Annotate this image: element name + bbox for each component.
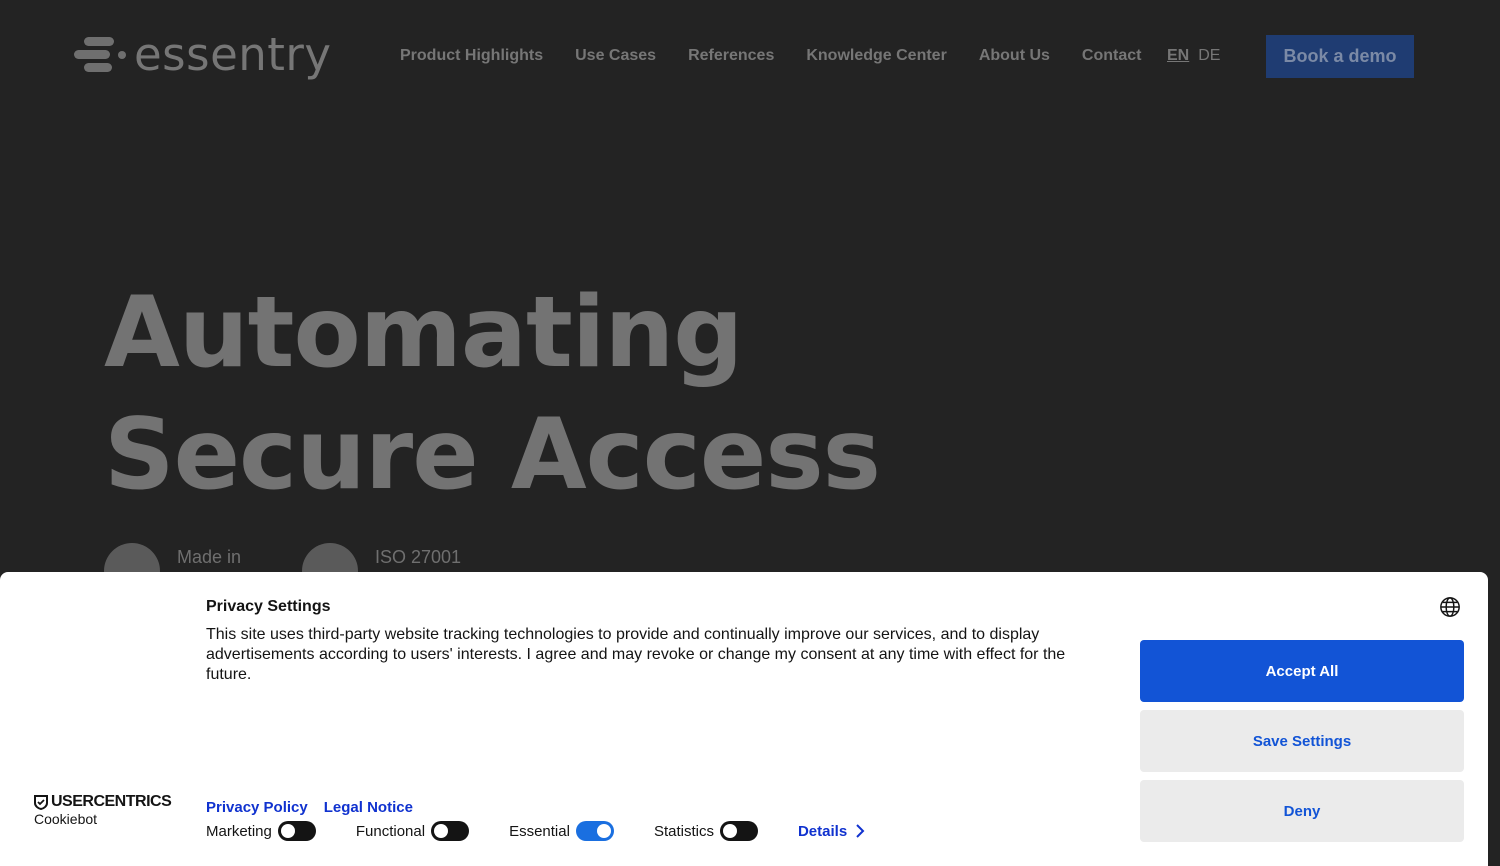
logo-text: essentry	[134, 28, 332, 81]
nav-about-us[interactable]: About Us	[979, 44, 1050, 68]
toggle-marketing: Marketing	[206, 821, 316, 841]
toggle-functional: Functional	[355, 821, 470, 841]
marketing-switch[interactable]	[277, 821, 316, 841]
legal-notice-link[interactable]: Legal Notice	[324, 799, 413, 816]
globe-language-icon[interactable]	[1439, 596, 1461, 618]
logo-mark-icon	[74, 33, 130, 77]
lang-de[interactable]: DE	[1198, 44, 1220, 68]
hero-line-1: Automating	[104, 276, 743, 390]
hero-title: Automating Secure Access	[104, 272, 881, 516]
language-switcher: EN DE	[1167, 44, 1220, 68]
toggle-essential-label: Essential	[509, 822, 570, 840]
chevron-right-icon	[856, 824, 865, 838]
details-label: Details	[797, 822, 848, 840]
lang-en[interactable]: EN	[1167, 44, 1189, 68]
toggle-statistics-label: Statistics	[653, 822, 714, 840]
iso-label: ISO 27001	[375, 547, 462, 567]
nav-contact[interactable]: Contact	[1082, 44, 1142, 68]
usercentrics-name: USERCENTRICS	[51, 793, 172, 810]
statistics-switch[interactable]	[719, 821, 758, 841]
save-settings-button[interactable]: Save Settings	[1140, 710, 1464, 772]
main-nav: Product Highlights Use Cases References …	[400, 44, 1173, 68]
usercentrics-cookiebot-logo: USERCENTRICS Cookiebot	[34, 793, 172, 827]
privacy-settings-title: Privacy Settings	[206, 598, 331, 615]
privacy-description: This site uses third-party website track…	[206, 626, 1066, 683]
functional-switch[interactable]	[431, 821, 470, 841]
essential-switch[interactable]	[575, 821, 614, 841]
consent-toggles: Marketing Functional Essential Statistic…	[206, 821, 865, 841]
nav-references[interactable]: References	[688, 44, 774, 68]
nav-use-cases[interactable]: Use Cases	[575, 44, 656, 68]
cookie-consent-banner: Privacy Settings This site uses third-pa…	[0, 572, 1488, 866]
privacy-policy-link[interactable]: Privacy Policy	[206, 799, 308, 816]
toggle-functional-label: Functional	[355, 822, 426, 840]
toggle-essential: Essential	[509, 821, 614, 841]
accept-all-button[interactable]: Accept All	[1140, 640, 1464, 702]
essentry-logo[interactable]: essentry	[74, 30, 332, 80]
deny-button[interactable]: Deny	[1140, 780, 1464, 842]
cookiebot-name: Cookiebot	[34, 811, 98, 827]
toggle-statistics: Statistics	[654, 821, 758, 841]
toggle-marketing-label: Marketing	[206, 822, 272, 840]
policy-links: Privacy Policy Legal Notice	[206, 799, 413, 816]
nav-product-highlights[interactable]: Product Highlights	[400, 44, 543, 68]
shield-icon	[34, 794, 48, 810]
nav-knowledge-center[interactable]: Knowledge Center	[806, 44, 946, 68]
hero-line-2: Secure Access	[104, 398, 881, 512]
made-in-label: Made in	[177, 547, 242, 567]
details-link[interactable]: Details	[798, 823, 865, 840]
book-demo-button[interactable]: Book a demo	[1266, 35, 1414, 78]
